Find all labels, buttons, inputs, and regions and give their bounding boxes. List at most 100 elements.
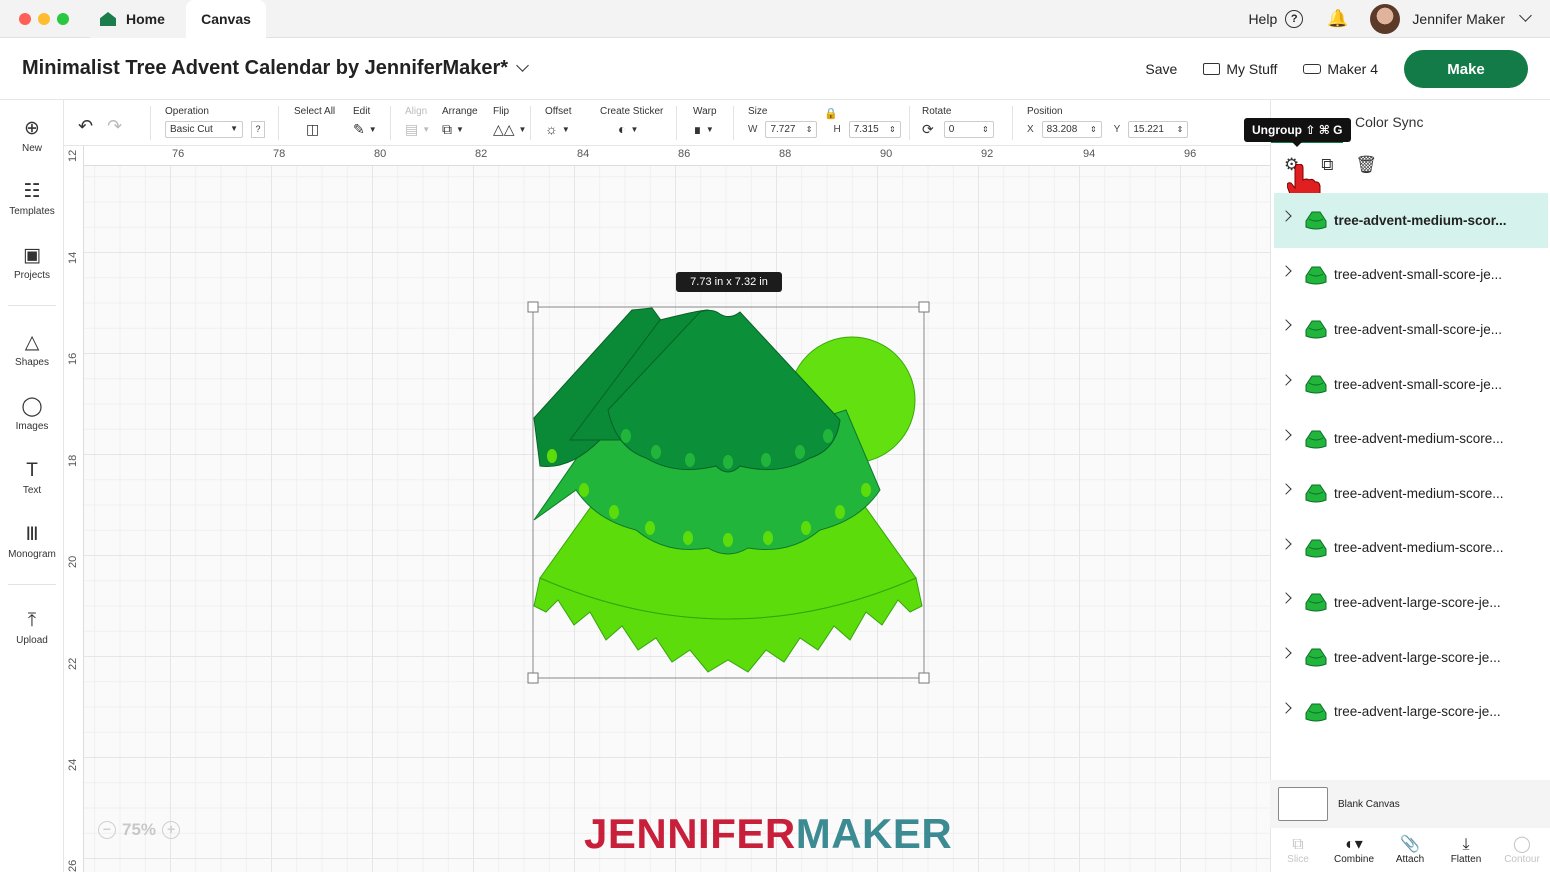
minimize-window-button[interactable] — [38, 13, 50, 25]
operation-label: Operation — [165, 106, 209, 117]
sidebar-item-projects[interactable]: ▣ Projects — [0, 245, 64, 281]
stepper-icon[interactable]: ⇕ — [806, 125, 813, 134]
blank-canvas-swatch[interactable] — [1278, 787, 1328, 821]
chevron-right-icon[interactable] — [1280, 592, 1292, 605]
tab-canvas[interactable]: Canvas — [186, 0, 266, 38]
layer-row[interactable]: tree-advent-large-score-je... — [1274, 630, 1548, 685]
layer-row[interactable]: tree-advent-large-score-je... — [1274, 684, 1548, 739]
operation-select[interactable]: Basic Cut ▼ — [165, 121, 243, 138]
layer-row[interactable]: tree-advent-small-score-je... — [1274, 302, 1548, 357]
stepper-icon[interactable]: ⇕ — [889, 125, 896, 134]
redo-icon[interactable]: ↷ — [107, 116, 122, 137]
machine-select-button[interactable]: Maker 4 — [1303, 61, 1378, 77]
stepper-icon[interactable]: ⇕ — [982, 125, 989, 134]
stepper-icon[interactable]: ⇕ — [1177, 125, 1184, 134]
ruler-tick: 80 — [374, 148, 387, 160]
ruler-vertical: 12 14 16 18 20 22 24 26 — [64, 146, 84, 872]
layer-row[interactable]: tree-advent-medium-score... — [1274, 521, 1548, 576]
chevron-right-icon[interactable] — [1280, 701, 1292, 714]
maximize-window-button[interactable] — [57, 13, 69, 25]
align-icon: ▤ — [405, 121, 419, 137]
caret-down-icon: ▼ — [230, 124, 238, 133]
flatten-button[interactable]: ⤓ Flatten — [1440, 836, 1492, 865]
layer-row[interactable]: tree-advent-medium-score... — [1274, 466, 1548, 521]
sidebar-item-shapes[interactable]: △ Shapes — [0, 332, 64, 368]
align-group[interactable]: Align ▤ ▼ — [405, 106, 430, 138]
slice-label: Slice — [1287, 853, 1309, 865]
sidebar-item-upload[interactable]: ⤒ Upload — [0, 610, 64, 646]
layer-thumbnail-icon — [1305, 266, 1327, 285]
lightbulb-icon: ◯ — [21, 396, 43, 417]
duplicate-icon[interactable]: ⧉ — [1321, 155, 1333, 175]
rotate-group: Rotate ⟳ 0 ⇕ — [922, 106, 994, 138]
sidebar-item-new[interactable]: ⊕ New — [0, 118, 64, 154]
machine-icon — [1303, 64, 1322, 74]
help-icon[interactable]: ? — [1285, 10, 1304, 28]
chevron-down-icon[interactable] — [516, 59, 529, 72]
chevron-right-icon[interactable] — [1280, 647, 1292, 659]
help-label[interactable]: Help — [1248, 11, 1277, 27]
tab-home[interactable]: Home — [90, 0, 186, 38]
tab-color-sync[interactable]: Color Sync — [1355, 114, 1423, 130]
save-label: Save — [1145, 61, 1178, 77]
operation-help-button[interactable]: ? — [251, 121, 265, 138]
slice-button[interactable]: ⧉ Slice — [1272, 836, 1324, 865]
create-sticker-group[interactable]: Create Sticker ◐ ▼ — [600, 106, 663, 137]
zoom-out-button[interactable]: − — [98, 821, 116, 839]
sidebar-item-monogram[interactable]: Ⅲ Monogram — [0, 524, 64, 560]
chevron-down-icon[interactable] — [1519, 8, 1532, 22]
layer-name: tree-advent-small-score-je... — [1334, 267, 1503, 283]
my-stuff-button[interactable]: My Stuff — [1203, 61, 1277, 77]
position-x-input[interactable]: 83.208 ⇕ — [1041, 121, 1102, 138]
zoom-in-button[interactable]: + — [162, 821, 181, 839]
width-input[interactable]: 7.727 ⇕ — [765, 121, 818, 138]
sidebar-item-label: Projects — [13, 270, 51, 281]
project-title[interactable]: Minimalist Tree Advent Calendar by Jenni… — [22, 57, 529, 80]
warp-group[interactable]: Warp ∎ ▼ — [693, 106, 717, 138]
toolbar-divider — [150, 106, 151, 140]
chevron-right-icon[interactable] — [1280, 483, 1292, 495]
chevron-right-icon[interactable] — [1280, 374, 1292, 386]
flip-group[interactable]: Flip △△ ▼ — [493, 106, 526, 138]
chevron-right-icon[interactable] — [1280, 210, 1292, 222]
contour-button[interactable]: ◯ Contour — [1496, 836, 1548, 865]
position-y-input[interactable]: 15.221 ⇕ — [1128, 121, 1189, 138]
select-all-group[interactable]: Select All ◫ — [294, 106, 335, 138]
sidebar-item-label: Monogram — [8, 549, 56, 560]
close-window-button[interactable] — [19, 13, 31, 25]
make-button[interactable]: Make — [1404, 50, 1528, 88]
stepper-icon[interactable]: ⇕ — [1090, 125, 1097, 134]
offset-group[interactable]: Offset ☼ ▼ — [545, 106, 572, 137]
x-label: X — [1027, 124, 1034, 135]
save-button[interactable]: Save — [1145, 61, 1177, 77]
sidebar-item-text[interactable]: T Text — [0, 460, 64, 496]
combine-button[interactable]: ◐▾ Combine — [1328, 836, 1380, 865]
lock-icon[interactable]: 🔒 — [824, 107, 838, 120]
layer-row[interactable]: tree-advent-small-score-je... — [1274, 357, 1548, 412]
layer-row[interactable]: tree-advent-medium-scor... — [1274, 193, 1548, 248]
position-group: Position X 83.208 ⇕ Y 15.221 ⇕ — [1027, 106, 1189, 138]
chevron-right-icon[interactable] — [1280, 429, 1292, 441]
toolbar-divider — [909, 106, 910, 140]
edit-group[interactable]: Edit ✎ ▼ — [353, 106, 377, 138]
avatar[interactable] — [1370, 4, 1401, 34]
rotate-input[interactable]: 0 ⇕ — [943, 121, 994, 138]
width-value: 7.727 — [770, 124, 796, 135]
trash-icon[interactable]: 🗑 — [1355, 155, 1377, 175]
chevron-right-icon[interactable] — [1280, 319, 1292, 332]
undo-icon[interactable]: ↶ — [78, 116, 93, 137]
bell-icon[interactable]: 🔔 — [1327, 9, 1348, 29]
tab-canvas-label: Canvas — [201, 11, 251, 27]
height-input[interactable]: 7.315 ⇕ — [848, 121, 901, 138]
layer-row[interactable]: tree-advent-large-score-je... — [1274, 575, 1548, 630]
user-name[interactable]: Jennifer Maker — [1412, 11, 1505, 27]
arrange-group[interactable]: Arrange ⧉ ▼ — [442, 106, 478, 138]
sidebar-item-images[interactable]: ◯ Images — [0, 396, 64, 432]
chevron-right-icon[interactable] — [1280, 538, 1292, 550]
layer-row[interactable]: tree-advent-medium-score... — [1274, 411, 1548, 466]
chevron-right-icon[interactable] — [1280, 265, 1292, 277]
attach-button[interactable]: 📎 Attach — [1384, 836, 1436, 865]
sidebar-item-templates[interactable]: ☷ Templates — [0, 181, 64, 217]
blank-canvas-row[interactable]: Blank Canvas — [1270, 780, 1550, 828]
layer-row[interactable]: tree-advent-small-score-je... — [1274, 248, 1548, 303]
